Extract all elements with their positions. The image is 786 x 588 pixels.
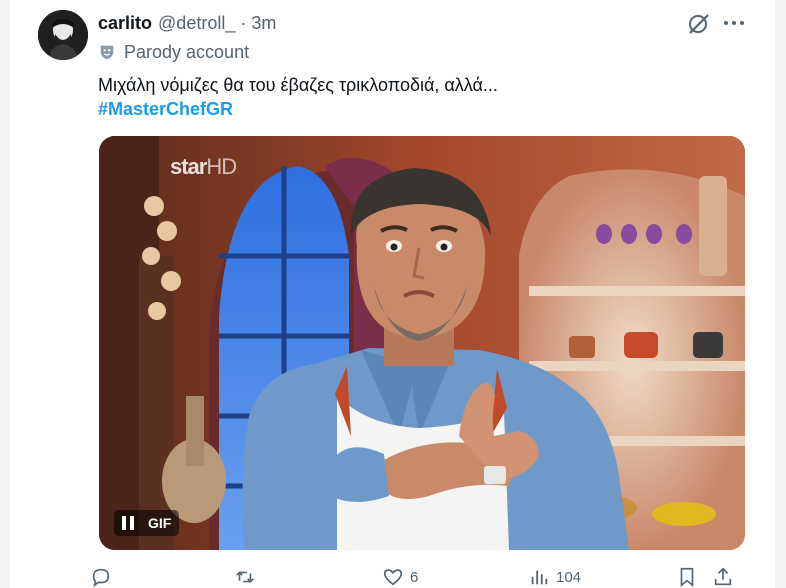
watermark-main: star xyxy=(170,154,207,179)
watermark-hd: HD xyxy=(206,154,237,179)
tweet-actions: 6 104 xyxy=(10,566,775,588)
tweet-card[interactable]: carlito @detroll_ · 3m Parody account Μι… xyxy=(9,0,776,588)
views-icon xyxy=(531,570,548,585)
bookmark-icon xyxy=(680,567,694,588)
reply-icon xyxy=(92,568,110,588)
share-icon xyxy=(714,567,732,586)
grok-icon xyxy=(689,14,709,34)
gif-badge: GIF xyxy=(148,515,172,531)
more-icon xyxy=(724,21,744,25)
hashtag-link[interactable]: #MasterChefGR xyxy=(98,96,233,122)
tweet-text: Μιχάλη νόμιζες θα του έβαζες τρικλοποδιά… xyxy=(98,75,498,95)
views-button[interactable]: 104 xyxy=(528,566,581,588)
author-name[interactable]: carlito xyxy=(98,13,152,34)
separator: · xyxy=(240,12,247,33)
like-count: 6 xyxy=(410,568,419,586)
gif-frame-image xyxy=(99,136,745,550)
channel-watermark: starHD xyxy=(170,154,237,180)
avatar[interactable] xyxy=(38,10,88,60)
grok-button[interactable] xyxy=(686,12,712,36)
gif-media[interactable]: starHD GIF xyxy=(99,136,745,550)
repost-icon xyxy=(236,571,254,583)
parody-mask-icon xyxy=(100,45,114,60)
gif-controls: GIF xyxy=(114,510,180,536)
pause-icon xyxy=(122,516,126,530)
share-button[interactable] xyxy=(712,566,734,588)
parody-label-text: Parody account xyxy=(124,41,250,62)
views-count: 104 xyxy=(556,568,582,586)
author-handle[interactable]: @detroll_ xyxy=(158,13,235,34)
more-button[interactable] xyxy=(720,10,748,36)
timestamp[interactable]: 3m xyxy=(251,13,276,34)
like-button[interactable]: 6 xyxy=(382,566,418,588)
heart-icon xyxy=(383,569,403,586)
bookmark-button[interactable] xyxy=(676,566,698,588)
reply-button[interactable] xyxy=(90,566,118,588)
pause-button[interactable] xyxy=(122,515,136,531)
parody-label: Parody account xyxy=(98,40,249,64)
repost-button[interactable] xyxy=(234,566,262,588)
avatar-image xyxy=(38,10,88,60)
tweet-header: carlito @detroll_ · 3m xyxy=(98,11,276,35)
